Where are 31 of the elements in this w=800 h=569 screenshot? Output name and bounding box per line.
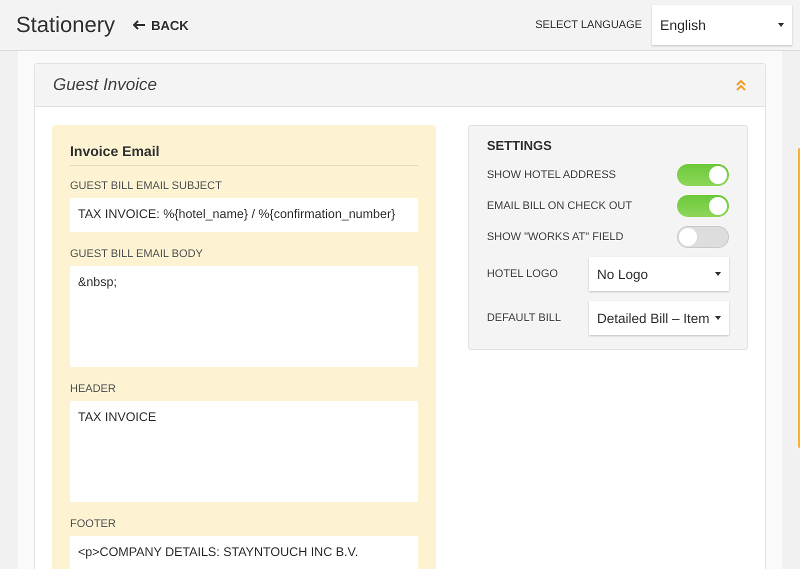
- toggle-switch[interactable]: [677, 226, 729, 248]
- toggle-switch[interactable]: [677, 164, 729, 186]
- language-select[interactable]: English: [652, 5, 792, 45]
- accordion-header[interactable]: Guest Invoice: [35, 64, 765, 107]
- setting-label: HOTEL LOGO: [486, 268, 558, 280]
- field-label: HEADER: [70, 383, 117, 395]
- dropdown-select[interactable]: Detailed Bill – Item: [589, 301, 729, 335]
- back-arrow-icon: [133, 20, 146, 30]
- caret-icon: [715, 316, 721, 320]
- field-label: GUEST BILL EMAIL SUBJECT: [70, 180, 223, 192]
- setting-label: SHOW HOTEL ADDRESS: [486, 168, 616, 180]
- text-area[interactable]: TAX INVOICE: [70, 401, 418, 502]
- settings-title: SETTINGS: [486, 138, 553, 153]
- dropdown-select[interactable]: No Logo: [589, 257, 729, 291]
- text-area[interactable]: <p>COMPANY DETAILS: STAYNTOUCH INC B.V.: [70, 536, 418, 569]
- setting-label: SHOW "WORKS AT" FIELD: [486, 230, 624, 242]
- language-label: SELECT LANGUAGE: [535, 19, 642, 31]
- toggle-switch[interactable]: [677, 194, 729, 216]
- section-title: Guest Invoice: [53, 75, 157, 95]
- page-title: Stationery: [16, 12, 116, 38]
- field-label: FOOTER: [70, 518, 117, 530]
- caret-icon: [715, 272, 721, 276]
- setting-label: DEFAULT BILL: [486, 312, 562, 324]
- back-link[interactable]: BACK: [133, 18, 189, 32]
- chevron-icon[interactable]: [735, 79, 747, 91]
- caret-icon: [778, 23, 784, 27]
- input-field[interactable]: TAX INVOICE: %{hotel_name} / %{confirmation_number}: [70, 198, 418, 232]
- text-area[interactable]: &nbsp;: [70, 266, 418, 367]
- card-title: Invoice Email: [70, 143, 418, 166]
- setting-label: EMAIL BILL ON CHECK OUT: [486, 200, 632, 212]
- field-label: GUEST BILL EMAIL BODY: [70, 248, 204, 260]
